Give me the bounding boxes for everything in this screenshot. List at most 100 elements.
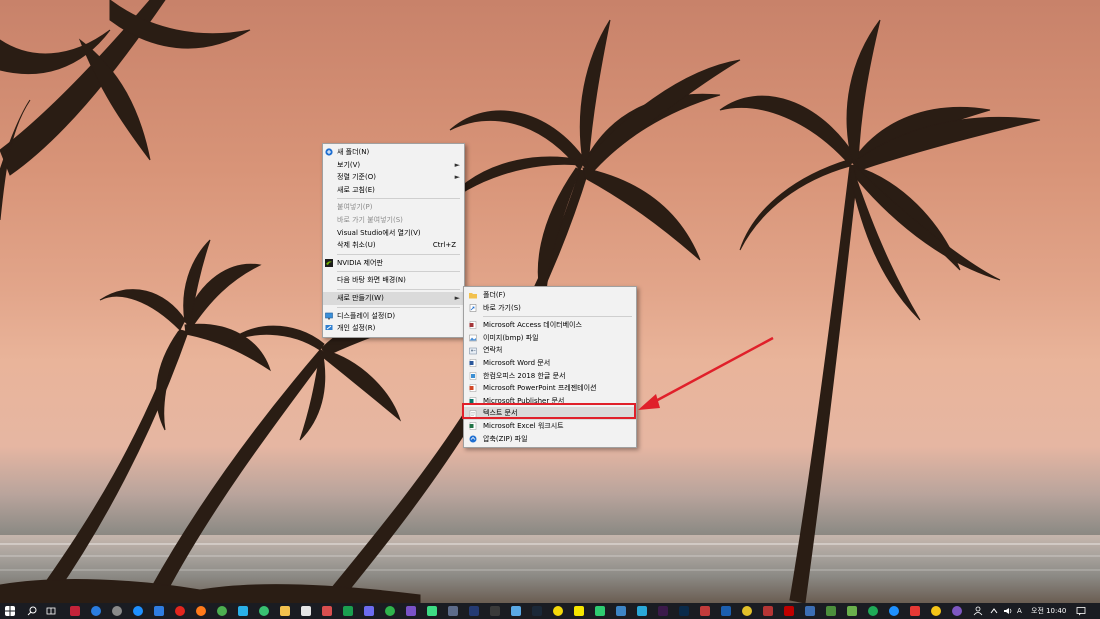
zip-icon: [469, 435, 477, 443]
menu-item-label: 정렬 기준(O): [337, 173, 376, 182]
volume-icon[interactable]: [1003, 606, 1013, 616]
submenu-item-text-document[interactable]: 텍스트 문서: [464, 407, 636, 420]
powerpoint-icon: [469, 384, 477, 393]
publisher-icon: [469, 397, 477, 405]
kakaotalk-icon[interactable]: [574, 606, 584, 616]
windows-start-icon[interactable]: [5, 606, 15, 616]
app-icon[interactable]: [868, 606, 878, 616]
menu-separator: [337, 198, 460, 200]
menu-item-paste[interactable]: 붙여넣기(P): [323, 201, 464, 214]
submenu-item-word[interactable]: Microsoft Word 문서: [464, 357, 636, 370]
store-icon[interactable]: [301, 606, 311, 616]
app-icon[interactable]: [700, 606, 710, 616]
photoshop-icon[interactable]: [679, 606, 689, 616]
menu-item-nvidia-control-panel[interactable]: NVIDIA 제어판: [323, 257, 464, 270]
new-submenu: 폴더(F) 바로 가기(S) Microsoft Access 데이터베이스 이…: [463, 286, 637, 449]
app-icon[interactable]: [490, 606, 500, 616]
app-icon[interactable]: [553, 606, 563, 616]
submenu-item-hwp[interactable]: 한컴오피스 2018 한글 문서: [464, 370, 636, 383]
menu-item-label: 바로 가기(S): [483, 303, 521, 312]
people-icon[interactable]: [973, 606, 983, 616]
app-icon[interactable]: [763, 606, 773, 616]
menu-separator: [337, 288, 460, 290]
chevron-up-icon[interactable]: [989, 606, 999, 616]
menu-item-label: 새 폴더(N): [337, 148, 370, 156]
submenu-item-bitmap[interactable]: 이미지(bmp) 파일: [464, 332, 636, 345]
menu-item-new-folder[interactable]: 새 폴더(N): [323, 146, 464, 159]
ie-icon[interactable]: [154, 606, 164, 616]
menu-item-undo-delete[interactable]: 삭제 취소(U) Ctrl+Z: [323, 239, 464, 252]
opera-icon[interactable]: [175, 606, 185, 616]
menu-item-next-background[interactable]: 다음 바탕 화면 배경(N): [323, 274, 464, 287]
app-icon[interactable]: [511, 606, 521, 616]
chevron-right-icon: ►: [454, 160, 460, 169]
app-icon[interactable]: [259, 606, 269, 616]
chevron-right-icon: ►: [454, 293, 460, 302]
submenu-item-contact[interactable]: 연락처: [464, 344, 636, 357]
menu-item-label: 한컴오피스 2018 한글 문서: [483, 371, 566, 380]
menu-item-label: 개인 설정(R): [337, 324, 376, 333]
search-icon[interactable]: [27, 606, 37, 616]
menu-item-paste-shortcut[interactable]: 바로 가기 붙여넣기(S): [323, 214, 464, 227]
app-icon[interactable]: [910, 606, 920, 616]
app-icon[interactable]: [112, 606, 122, 616]
app-icon[interactable]: [91, 606, 101, 616]
submenu-item-excel[interactable]: Microsoft Excel 워크시트: [464, 420, 636, 433]
app-icon[interactable]: [343, 606, 353, 616]
annotation-arrow-icon: [638, 336, 774, 410]
app-icon[interactable]: [70, 606, 80, 616]
file-explorer-icon[interactable]: [280, 606, 290, 616]
app-icon[interactable]: [952, 606, 962, 616]
word-icon: [469, 359, 477, 368]
app-icon[interactable]: [322, 606, 332, 616]
ime-indicator[interactable]: A: [1017, 606, 1022, 616]
app-icon[interactable]: [889, 606, 899, 616]
app-icon[interactable]: [364, 606, 374, 616]
premiere-icon[interactable]: [658, 606, 668, 616]
app-icon[interactable]: [385, 606, 395, 616]
firefox-icon[interactable]: [196, 606, 206, 616]
menu-item-label: 압축(ZIP) 파일: [483, 434, 528, 443]
app-icon[interactable]: [742, 606, 752, 616]
menu-item-label: 새로 만들기(W): [337, 293, 384, 302]
menu-item-label: Visual Studio에서 열기(V): [337, 228, 421, 237]
submenu-item-powerpoint[interactable]: Microsoft PowerPoint 프레젠테이션: [464, 382, 636, 395]
contact-icon: [469, 347, 477, 354]
folder-plus-icon: [325, 148, 333, 156]
submenu-item-publisher[interactable]: Microsoft Publisher 문서: [464, 395, 636, 408]
taskbar: A 오전 10:40: [0, 603, 1100, 619]
app-icon[interactable]: [238, 606, 248, 616]
steam-icon[interactable]: [532, 606, 542, 616]
app-icon[interactable]: [637, 606, 647, 616]
app-icon[interactable]: [469, 606, 479, 616]
app-icon[interactable]: [931, 606, 941, 616]
menu-item-display-settings[interactable]: 디스플레이 설정(D): [323, 310, 464, 323]
app-icon[interactable]: [448, 606, 458, 616]
menu-item-new[interactable]: 새로 만들기(W) ►: [323, 291, 464, 305]
chrome-icon[interactable]: [217, 606, 227, 616]
visual-studio-icon[interactable]: [406, 606, 416, 616]
shortcut-label: Ctrl+Z: [432, 241, 456, 250]
menu-item-open-visual-studio[interactable]: Visual Studio에서 열기(V): [323, 227, 464, 240]
edge-icon[interactable]: [133, 606, 143, 616]
menu-item-sort-by[interactable]: 정렬 기준(O) ►: [323, 171, 464, 184]
submenu-item-shortcut[interactable]: 바로 가기(S): [464, 302, 636, 315]
app-icon[interactable]: [595, 606, 605, 616]
menu-item-refresh[interactable]: 새로 고침(E): [323, 184, 464, 197]
app-icon[interactable]: [805, 606, 815, 616]
submenu-item-folder[interactable]: 폴더(F): [464, 289, 636, 302]
notification-icon[interactable]: [1076, 606, 1086, 616]
menu-item-personalize[interactable]: 개인 설정(R): [323, 322, 464, 335]
filezilla-icon[interactable]: [784, 606, 794, 616]
app-icon[interactable]: [826, 606, 836, 616]
app-icon[interactable]: [847, 606, 857, 616]
submenu-item-zip[interactable]: 압축(ZIP) 파일: [464, 433, 636, 446]
app-icon[interactable]: [616, 606, 626, 616]
clock[interactable]: 오전 10:40: [1031, 606, 1066, 616]
outlook-icon[interactable]: [721, 606, 731, 616]
menu-item-view[interactable]: 보기(V) ►: [323, 159, 464, 172]
menu-separator: [337, 306, 460, 308]
submenu-item-access-database[interactable]: Microsoft Access 데이터베이스: [464, 319, 636, 332]
task-view-icon[interactable]: [46, 606, 56, 616]
android-icon[interactable]: [427, 606, 437, 616]
